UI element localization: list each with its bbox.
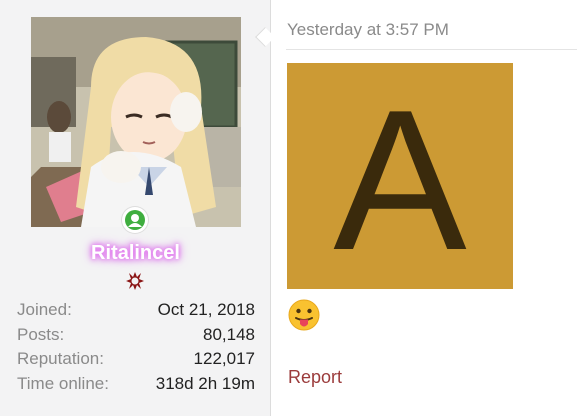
username[interactable]: Ritalincel	[0, 242, 271, 265]
stat-label: Time online:	[17, 373, 109, 393]
stat-posts: Posts: 80,148	[17, 323, 255, 348]
stat-value: 318d 2h 19m	[155, 373, 255, 393]
divider	[286, 49, 577, 50]
user-stats: Joined: Oct 21, 2018 Posts: 80,148 Reput…	[17, 298, 255, 396]
anime-girl-avatar-icon	[31, 17, 241, 227]
post-image[interactable]: A	[287, 63, 513, 292]
stat-label: Posts:	[17, 324, 65, 344]
stat-value: 80,148	[203, 324, 255, 344]
post-timestamp[interactable]: Yesterday at 3:57 PM	[287, 20, 449, 40]
online-user-icon	[125, 210, 145, 230]
post-image-letter: A	[333, 69, 467, 289]
stat-reputation: Reputation: 122,017	[17, 347, 255, 372]
stat-joined: Joined: Oct 21, 2018	[17, 298, 255, 323]
post-content: Yesterday at 3:57 PM A Report	[272, 0, 577, 416]
report-link[interactable]: Report	[288, 367, 342, 388]
stat-label: Joined:	[17, 300, 72, 319]
stat-value: 122,017	[193, 349, 255, 368]
angry-emblem-icon	[126, 272, 144, 290]
online-status-badge	[122, 207, 148, 233]
tongue-out-emoji-icon	[288, 299, 320, 331]
avatar[interactable]	[31, 17, 241, 227]
user-sidebar: Ritalincel Joined: Oct 21, 2018 Posts: 8…	[0, 0, 271, 416]
stat-value: Oct 21, 2018	[157, 300, 255, 319]
stat-label: Reputation:	[17, 349, 104, 368]
stat-time-online: Time online: 318d 2h 19m	[17, 372, 255, 397]
